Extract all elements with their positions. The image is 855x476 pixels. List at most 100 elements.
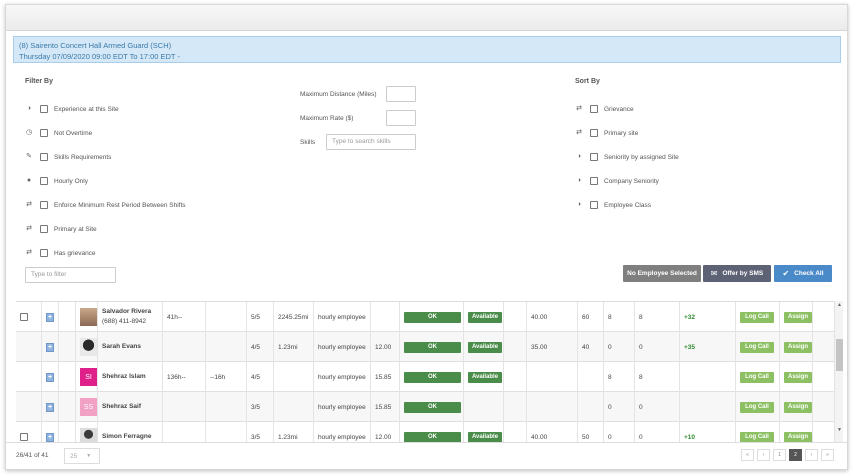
skills-search-input[interactable]: Type to search skills: [326, 134, 416, 150]
skills-label: Skills: [300, 139, 316, 146]
table-cell: [59, 392, 76, 422]
table-row[interactable]: + Salvador Rivera (688) 411-8942 41h-- 5/5 22…: [16, 302, 834, 332]
table-cell: [76, 332, 98, 362]
clock-badge-icon: ◑: [576, 201, 582, 208]
employee-name: Sarah Evans: [102, 343, 142, 350]
clock-icon: ◷: [25, 129, 33, 136]
log-call-button[interactable]: Log Call: [740, 371, 774, 383]
pager-button[interactable]: ‹: [757, 449, 770, 461]
assign-button[interactable]: Assign: [784, 401, 812, 413]
max-distance-input[interactable]: [386, 86, 416, 102]
table-cell: 0: [604, 332, 635, 362]
table-row[interactable]: + SI Shehraz Islam 136h-- --16h 4/5 hourly emp…: [16, 362, 834, 392]
scroll-down-arrow[interactable]: ▼: [835, 426, 844, 434]
filter-option[interactable]: ⇄ Primary at Site: [25, 224, 97, 234]
sort-checkbox[interactable]: [590, 201, 598, 209]
page-size-select[interactable]: 25 ▼: [64, 448, 100, 464]
sort-checkbox[interactable]: [590, 105, 598, 113]
log-call-button[interactable]: Log Call: [740, 311, 774, 323]
sort-checkbox[interactable]: [590, 129, 598, 137]
max-rate-input[interactable]: [386, 110, 416, 126]
filter-checkbox[interactable]: [40, 129, 48, 137]
no-employee-selected-button[interactable]: No Employee Selected: [623, 265, 701, 282]
table-cell: [527, 392, 578, 422]
assign-button[interactable]: Assign: [784, 311, 812, 323]
table-cell: Assign: [780, 302, 813, 332]
sort-option[interactable]: ◑ Company Seniority: [575, 176, 659, 186]
expand-row-icon[interactable]: +: [46, 432, 54, 442]
pager-button[interactable]: ›: [805, 449, 818, 461]
sort-option[interactable]: ⇄ Grievance: [575, 104, 634, 114]
filter-option-label: Enforce Minimum Rest Period Between Shif…: [54, 201, 186, 209]
row-checkbox[interactable]: [20, 313, 28, 321]
filter-input[interactable]: Type to filter: [25, 267, 116, 283]
sort-option[interactable]: ⇄ Primary site: [575, 128, 638, 138]
employee-name: Shehraz Islam: [102, 373, 146, 380]
filter-option[interactable]: ✎ Skills Requirements: [25, 152, 111, 162]
assign-button[interactable]: Assign: [784, 341, 812, 353]
table-cell: 12.00: [371, 422, 400, 442]
availability-badge: Available: [468, 431, 502, 442]
table-cell: [16, 302, 42, 332]
table-cell: [76, 422, 98, 442]
filter-option[interactable]: ⇄ Has grievance: [25, 248, 96, 258]
expand-row-icon[interactable]: +: [46, 372, 54, 382]
employee-name: Shehraz Saif: [102, 403, 142, 410]
pager-button[interactable]: 1: [773, 449, 786, 461]
filter-checkbox[interactable]: [40, 105, 48, 113]
table-cell: [206, 332, 247, 362]
filter-checkbox[interactable]: [40, 201, 48, 209]
assign-button[interactable]: Assign: [784, 371, 812, 383]
table-row[interactable]: + Simon Ferragne 3/5 1.23mi hourly employee 1…: [16, 422, 834, 442]
cell-value: 40.00: [531, 433, 548, 441]
table-cell: 15.85: [371, 362, 400, 392]
table-cell: 1.23mi: [274, 332, 314, 362]
expand-row-icon[interactable]: +: [46, 312, 54, 322]
filter-option[interactable]: ◑ Experience at this Site: [25, 104, 119, 114]
assign-button[interactable]: Assign: [784, 431, 812, 442]
table-cell: Salvador Rivera (688) 411-8942: [98, 302, 163, 332]
table-cell: Assign: [780, 362, 813, 392]
log-call-button[interactable]: Log Call: [740, 341, 774, 353]
table-cell: 8: [635, 302, 680, 332]
table-cell: [504, 422, 527, 442]
expand-row-icon[interactable]: +: [46, 402, 54, 412]
filter-by-title: Filter By: [25, 78, 54, 85]
cell-value: hourly employee: [318, 313, 366, 321]
table-cell: 40.00: [527, 422, 578, 442]
table-cell: 1.23mi: [274, 422, 314, 442]
filter-checkbox[interactable]: [40, 153, 48, 161]
log-call-button[interactable]: Log Call: [740, 431, 774, 442]
filter-option[interactable]: ⇄ Enforce Minimum Rest Period Between Shi…: [25, 200, 186, 210]
table-row[interactable]: + SS Shehraz Saif 3/5 hourly employee 15.85 OK…: [16, 392, 834, 422]
offer-by-sms-button[interactable]: ✉ Offer by SMS: [703, 265, 771, 282]
sort-option[interactable]: ◑ Seniority by assigned Site: [575, 152, 679, 162]
pager-button[interactable]: »: [821, 449, 834, 461]
sort-option-label: Grievance: [604, 105, 634, 113]
filter-option[interactable]: ◷ Not Overtime: [25, 128, 92, 138]
sort-option[interactable]: ◑ Employee Class: [575, 200, 651, 210]
check-all-button[interactable]: ✔ Check All: [774, 265, 832, 282]
grid-footer: 26/41 of 41 25 ▼ «‹ 1 2 ›»: [6, 442, 847, 469]
filter-checkbox[interactable]: [40, 177, 48, 185]
table-cell: Available: [464, 302, 504, 332]
table-cell: [59, 302, 76, 332]
scroll-up-arrow[interactable]: ▲: [835, 301, 844, 309]
filter-checkbox[interactable]: [40, 225, 48, 233]
pager-button[interactable]: 2: [789, 449, 802, 461]
scroll-thumb[interactable]: [836, 339, 843, 371]
table-row[interactable]: + Sarah Evans 4/5 1.23mi hourly employee 12.0…: [16, 332, 834, 362]
row-checkbox[interactable]: [20, 433, 28, 441]
filter-checkbox[interactable]: [40, 249, 48, 257]
expand-row-icon[interactable]: +: [46, 342, 54, 352]
filter-option[interactable]: ● Hourly Only: [25, 176, 88, 186]
grid-scrollbar[interactable]: ▲ ▼: [834, 301, 843, 442]
log-call-button[interactable]: Log Call: [740, 401, 774, 413]
table-cell: 40.00: [527, 302, 578, 332]
table-cell: Log Call: [736, 362, 780, 392]
sort-checkbox[interactable]: [590, 177, 598, 185]
sort-checkbox[interactable]: [590, 153, 598, 161]
table-cell: 0: [604, 422, 635, 442]
cell-value: 8: [608, 373, 612, 381]
pager-button[interactable]: «: [741, 449, 754, 461]
